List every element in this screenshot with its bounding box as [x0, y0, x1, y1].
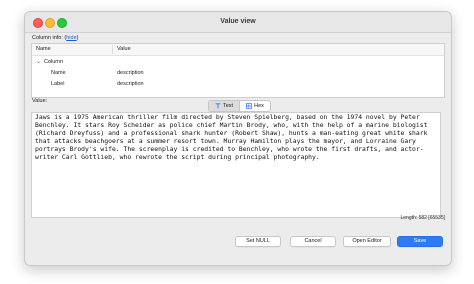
row-name: Name [51, 70, 66, 76]
title-bar: Value view [25, 12, 451, 33]
open-editor-button[interactable]: Open Editor [343, 236, 391, 247]
view-mode-switch: Text Hex [208, 100, 271, 112]
column-table-header: Name Value [32, 44, 444, 56]
column-info-label: Column info: (hide) [32, 35, 79, 41]
table-row[interactable]: Label description [32, 79, 444, 90]
group-label: Column [44, 59, 63, 65]
header-divider[interactable] [112, 45, 113, 54]
header-value[interactable]: Value [117, 44, 131, 55]
tree-group-column[interactable]: ⌄ Column [32, 57, 444, 68]
column-info-suffix: ) [76, 35, 79, 41]
tab-hex[interactable]: Hex [239, 101, 270, 111]
cancel-button[interactable]: Cancel [290, 236, 336, 247]
tab-text-label: Text [223, 103, 234, 109]
window-title: Value view [220, 18, 256, 25]
column-info-table: Name Value ⌄ Column Name description Lab… [31, 43, 445, 98]
table-row[interactable]: Name description [32, 68, 444, 79]
column-info-text: Column info: ( [32, 35, 67, 41]
value-label: Value: [32, 98, 48, 104]
value-view-window: Value view Column info: (hide) Name Valu… [24, 11, 452, 266]
chevron-down-icon[interactable]: ⌄ [36, 57, 41, 68]
tab-hex-label: Hex [254, 103, 264, 109]
hex-grid-icon [246, 103, 252, 109]
header-name[interactable]: Name [36, 44, 51, 55]
set-null-button[interactable]: Set NULL [235, 236, 281, 247]
tab-text[interactable]: Text [209, 101, 240, 111]
row-name: Label [51, 81, 65, 87]
row-value: description [117, 70, 144, 76]
row-value: description [117, 81, 144, 87]
text-format-icon [215, 103, 221, 109]
save-button[interactable]: Save [397, 236, 443, 247]
hide-column-info-link[interactable]: hide [66, 35, 76, 41]
length-indicator: Length: 582 [65535] [400, 215, 446, 221]
value-text-editor[interactable]: Jaws is a 1975 American thriller film di… [31, 112, 441, 218]
